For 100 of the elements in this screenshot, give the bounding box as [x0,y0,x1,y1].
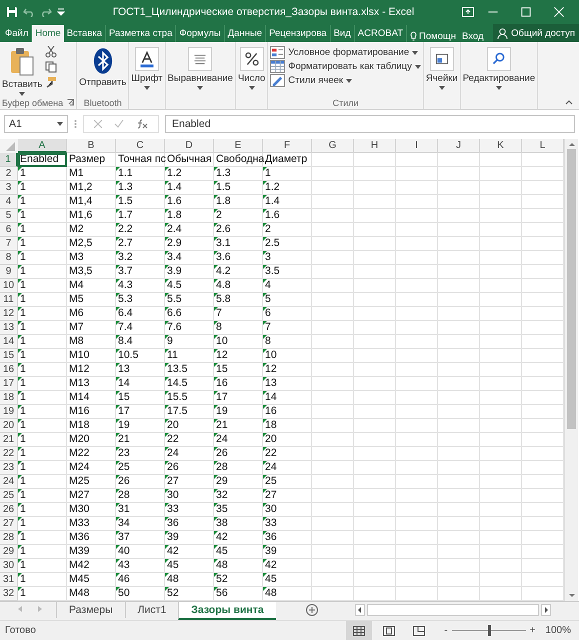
row-header[interactable]: 12 [0,307,18,321]
column-header[interactable]: K [480,139,522,153]
column-header[interactable]: E [214,139,263,153]
row-header[interactable]: 5 [0,209,18,223]
table-cell-text: 3.5 [264,265,281,279]
scroll-down-icon[interactable] [568,593,576,599]
row-header[interactable]: 8 [0,251,18,265]
table-cell-text: 14.5 [166,377,188,391]
scrollbar-thumb[interactable] [567,149,576,429]
column-header[interactable]: G [312,139,354,153]
row-header[interactable]: 11 [0,293,18,307]
ribbon-button[interactable]: Стили ячеек [270,74,421,87]
ribbon-tab[interactable]: Home [32,25,64,42]
row-header[interactable]: 19 [0,405,18,419]
scroll-up-icon[interactable] [568,141,576,147]
insert-function-icon[interactable] [136,119,148,130]
name-box[interactable]: A1 [4,115,68,134]
table-cell-text: 26 [117,475,131,489]
row-header[interactable]: 28 [0,531,18,545]
customize-icon[interactable] [57,8,65,16]
collapse-icon[interactable] [565,99,573,106]
row-header[interactable]: 15 [0,349,18,363]
table-cell-text: 1 [19,391,27,405]
ribbon-button[interactable]: Ячейки [426,44,458,90]
table-cell-text: M20 [68,433,90,447]
column-header[interactable]: J [438,139,480,153]
table-cell-text: 1 [19,545,27,559]
column-header[interactable]: H [354,139,396,153]
row-header[interactable]: 23 [0,461,18,475]
ribbon-button[interactable]: Редактирование [462,44,536,90]
undo-icon[interactable] [23,7,35,17]
zoom-slider-thumb[interactable] [488,625,491,636]
table-cell-text: 48 [264,587,278,601]
column-header[interactable]: A [18,139,67,153]
table-cell-text: 45 [264,573,278,587]
row-header[interactable]: 24 [0,475,18,489]
row-header[interactable]: 14 [0,335,18,349]
sign-in-link[interactable]: Вход [459,31,486,42]
row-header[interactable]: 18 [0,391,18,405]
column-header[interactable]: L [522,139,564,153]
row-header[interactable]: 26 [0,503,18,517]
row-header[interactable]: 9 [0,265,18,279]
row-header[interactable]: 4 [0,195,18,209]
cut-icon[interactable] [45,46,58,58]
zoom-in-button[interactable]: + [530,625,536,636]
paste-button[interactable]: Вставить [2,44,42,96]
scroll-left-icon[interactable] [355,604,365,616]
row-header[interactable]: 6 [0,223,18,237]
table-cell-text: 1 [19,293,27,307]
column-header[interactable]: F [263,139,312,153]
row-header[interactable]: 7 [0,237,18,251]
column-header[interactable]: I [396,139,438,153]
view-button[interactable] [346,620,372,640]
sheet-tab[interactable]: Зазоры винта [178,602,276,620]
row-header[interactable]: 3 [0,181,18,195]
format-painter-icon[interactable] [45,76,58,88]
row-header[interactable]: 2 [0,167,18,181]
launcher-icon[interactable] [67,99,74,106]
search-icon [486,47,511,71]
row-header[interactable]: 30 [0,559,18,573]
ribbon-button[interactable]: Выравнивание [168,44,233,90]
table-cell-text: M7 [68,321,85,335]
row-header[interactable]: 20 [0,419,18,433]
ribbon-button[interactable]: Шрифт [131,44,163,90]
group-label: Стили [332,98,359,108]
row-header[interactable]: 16 [0,363,18,377]
zoom-out-button[interactable]: - [444,625,448,636]
column-header[interactable]: B [67,139,116,153]
row-header[interactable]: 31 [0,573,18,587]
row-header[interactable]: 17 [0,377,18,391]
ribbon-button[interactable]: Форматировать как таблицу [270,60,421,73]
save-icon[interactable] [6,6,18,18]
row-header[interactable]: 13 [0,321,18,335]
add-sheet-icon[interactable] [306,604,318,616]
row-header[interactable]: 25 [0,489,18,503]
tell-me-field[interactable]: Помощн [407,31,459,42]
formula-field[interactable]: Enabled [165,115,575,134]
row-header[interactable]: 32 [0,587,18,601]
redo-icon[interactable] [40,7,52,17]
ribbon-button[interactable]: Отправить [79,44,126,88]
column-header[interactable]: C [116,139,165,153]
copy-icon[interactable] [45,61,58,73]
table-cell-text: M22 [68,447,90,461]
scroll-right-icon[interactable] [541,604,551,616]
column-header[interactable]: D [165,139,214,153]
ribbon-display-icon[interactable] [462,7,474,17]
row-header[interactable]: 29 [0,545,18,559]
row-header[interactable]: 27 [0,517,18,531]
sheet-tab[interactable]: Размеры [56,602,125,618]
row-header[interactable]: 21 [0,433,18,447]
ribbon-button[interactable]: Условное форматирование [270,46,421,59]
share-button[interactable]: Общий доступ [493,24,579,42]
row-header[interactable]: 10 [0,279,18,293]
row-header[interactable]: 22 [0,447,18,461]
horizontal-scrollbar[interactable] [367,604,539,616]
zoom-level[interactable]: 100% [545,625,571,636]
row-header[interactable]: 1 [0,153,18,167]
ribbon-button[interactable]: Число [238,44,266,90]
table-cell-text: 10.5 [117,349,140,363]
table-cell-text: 16 [264,405,278,419]
